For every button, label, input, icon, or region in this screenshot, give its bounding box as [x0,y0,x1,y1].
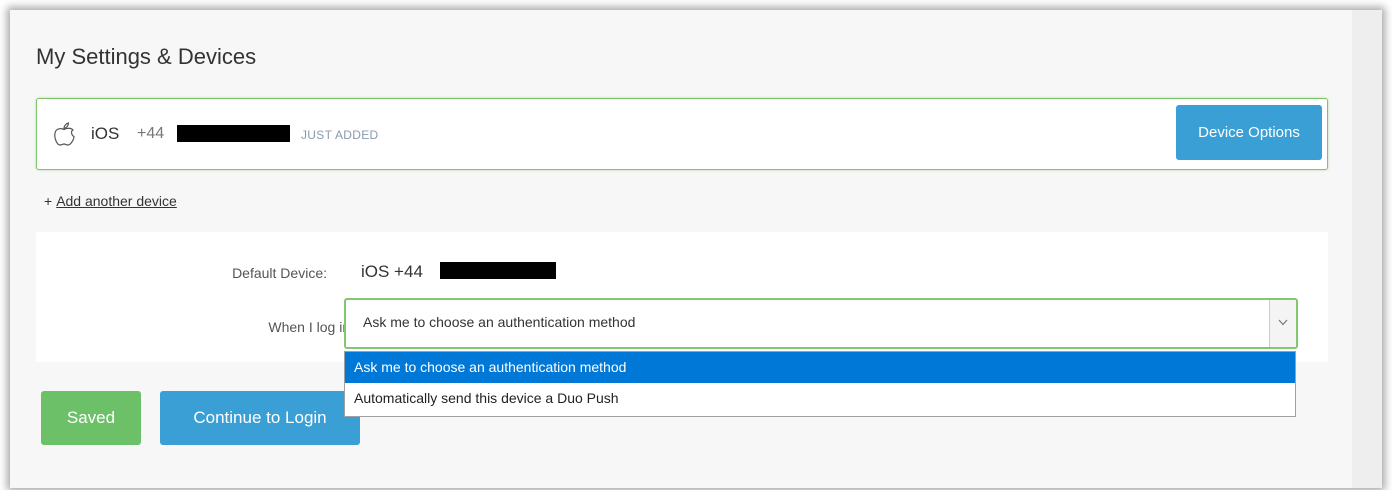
dropdown-option[interactable]: Automatically send this device a Duo Pus… [345,383,1295,414]
device-options-button[interactable]: Device Options [1176,105,1322,160]
dropdown-option[interactable]: Ask me to choose an authentication metho… [345,352,1295,383]
login-method-select[interactable]: Ask me to choose an authentication metho… [344,298,1298,349]
select-arrow-button[interactable] [1269,300,1296,347]
add-device-plus: + [44,193,53,209]
device-status-badge: JUST ADDED [301,128,379,142]
continue-to-login-button[interactable]: Continue to Login [160,391,360,445]
login-method-dropdown: Ask me to choose an authentication metho… [344,351,1296,417]
add-device-link[interactable]: Add another device [56,193,177,209]
chevron-down-icon [1278,319,1288,326]
redacted-phone-number [177,125,290,142]
login-method-label: When I log in: [268,319,354,335]
saved-button[interactable]: Saved [41,391,141,445]
add-device-row[interactable]: + Add another device [44,193,177,209]
settings-panel: Default Device: iOS +44 When I log in: A… [36,232,1328,362]
default-device-value: iOS +44 [361,262,423,281]
login-method-selected-value: Ask me to choose an authentication metho… [363,314,636,330]
device-os: iOS [91,124,120,143]
scrollbar[interactable] [1352,10,1382,488]
redacted-default-number [440,262,556,279]
default-device-label: Default Device: [232,265,327,281]
page-title: My Settings & Devices [36,44,257,69]
device-card: iOS +44 JUST ADDED Device Options [36,98,1328,170]
settings-window: My Settings & Devices iOS +44 JUST ADDED… [10,10,1382,488]
apple-icon [54,122,75,146]
device-phone-prefix: +44 [137,125,165,142]
